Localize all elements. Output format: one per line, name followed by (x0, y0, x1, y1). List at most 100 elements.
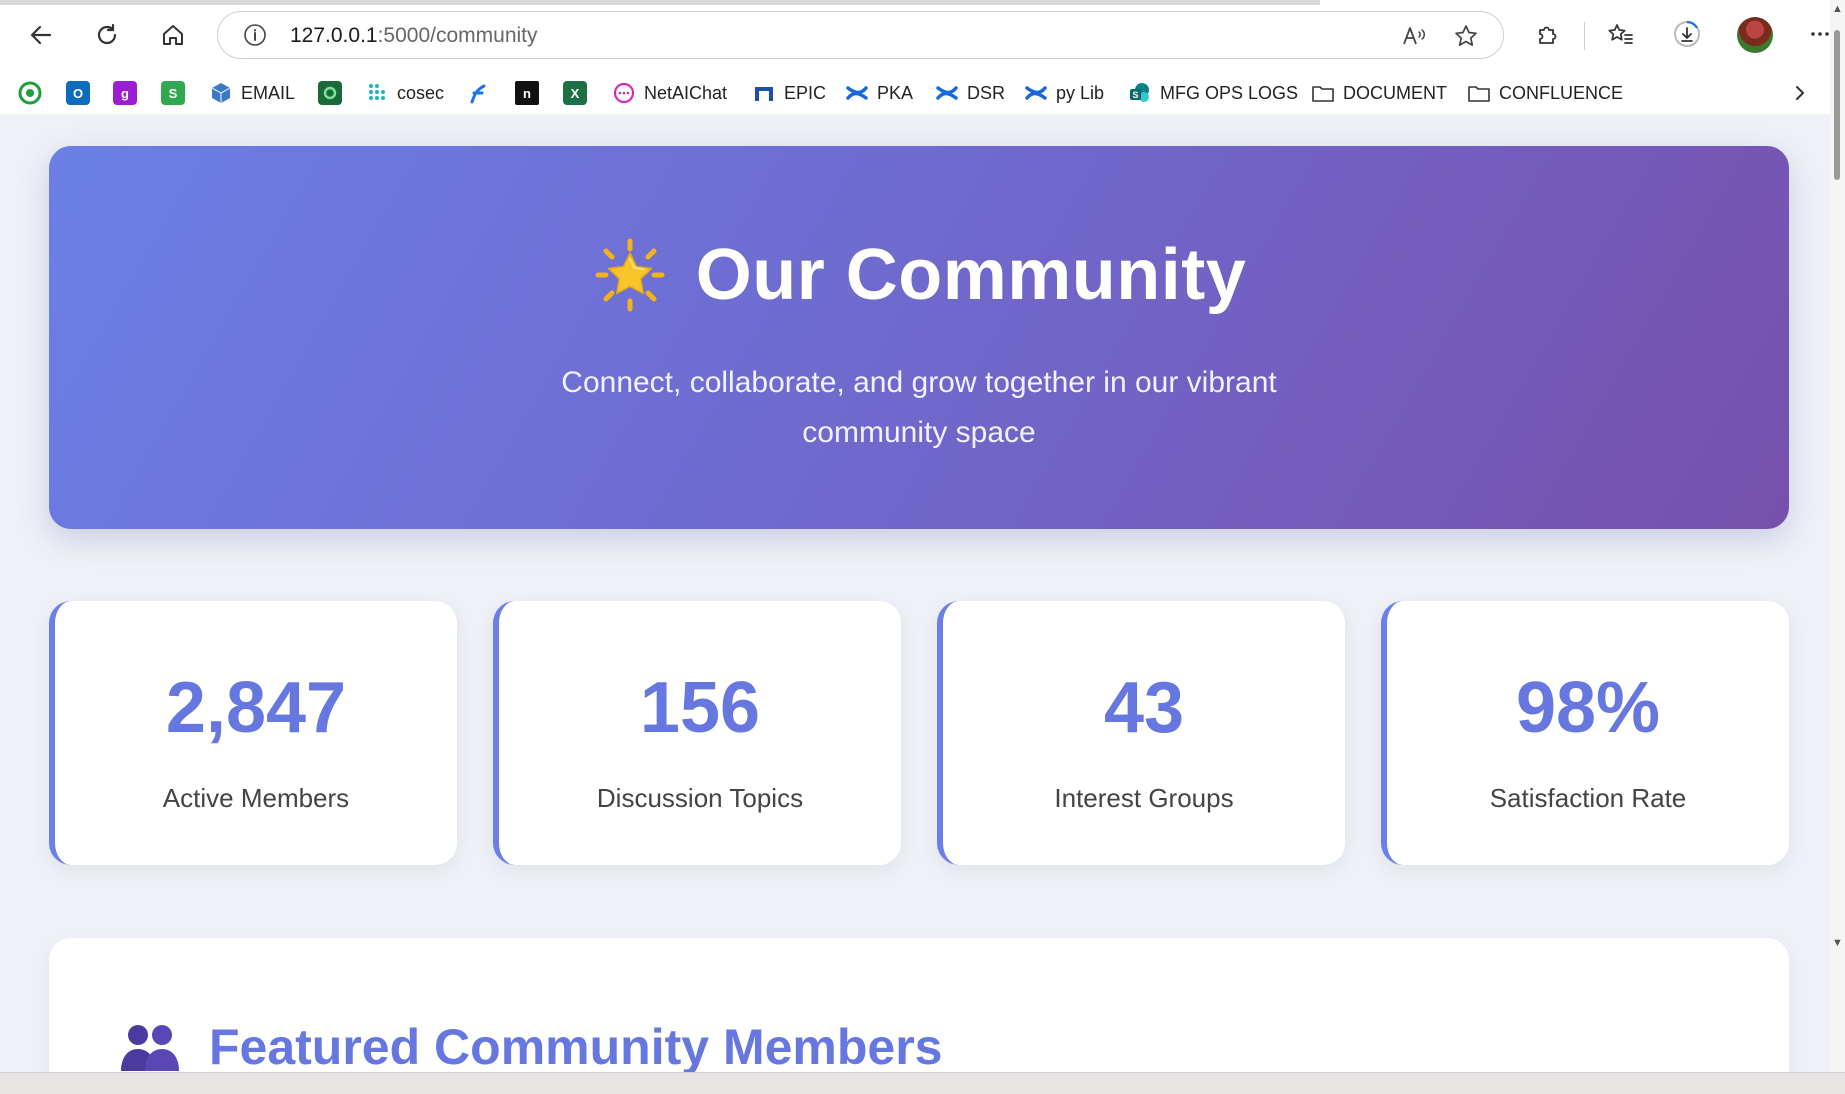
download-icon (1674, 20, 1700, 47)
scroll-down-arrow-icon[interactable]: ▼ (1832, 936, 1843, 950)
stat-value: 98% (1515, 668, 1661, 748)
back-button[interactable] (22, 16, 60, 54)
epic-icon (752, 81, 776, 105)
bookmark-netaichat[interactable]: NetAIChat (612, 78, 727, 108)
outlook-icon: O (66, 81, 90, 105)
more-dots-icon (1811, 32, 1829, 36)
read-aloud-icon (1403, 27, 1425, 45)
bookmark-confluence-folder[interactable]: CONFLUENCE (1467, 78, 1623, 108)
home-icon (163, 25, 183, 45)
f-icon (466, 81, 490, 105)
bookmark-dsr[interactable]: DSR (935, 78, 1005, 108)
address-bar[interactable]: 127.0.0.1:5000/community (217, 11, 1504, 59)
tab-strip-edge (0, 0, 1320, 5)
downloads-button[interactable] (1667, 14, 1707, 54)
bookmark-label: EMAIL (241, 82, 296, 103)
stat-label: Discussion Topics (596, 783, 804, 813)
bookmark-mfg-ops-logs[interactable]: S MFG OPS LOGS (1128, 78, 1298, 108)
n-icon: n (515, 81, 539, 105)
home-button[interactable] (154, 16, 192, 54)
bookmark-g[interactable]: g (113, 78, 137, 108)
bookmark-label: NetAIChat (644, 82, 728, 103)
sheets-icon: S (161, 81, 185, 105)
bookmarks-overflow-button[interactable] (1790, 78, 1810, 108)
bookmark-label: DSR (967, 82, 1006, 103)
chevron-right-icon (1796, 86, 1804, 100)
stat-label: Active Members (162, 783, 350, 813)
reload-button[interactable] (88, 16, 126, 54)
scrollbar-thumb[interactable] (1834, 30, 1840, 180)
community-hero: Our Community Connect, collaborate, and … (49, 146, 1789, 529)
star-outline-icon (1455, 25, 1477, 46)
featured-members-title: Featured Community Members (209, 1019, 943, 1072)
svg-text:S: S (1132, 90, 1138, 100)
bookmark-cosec[interactable]: cosec (365, 78, 444, 108)
bookmark-label: PKA (877, 82, 914, 103)
puzzle-icon (1539, 26, 1557, 44)
g-icon: g (113, 81, 137, 105)
favorite-star-button[interactable] (1452, 22, 1480, 50)
sharepoint-icon: S (1128, 81, 1152, 105)
taskbar-edge (0, 1072, 1845, 1094)
stat-value: 2,847 (165, 668, 347, 748)
bookmark-square-o[interactable] (318, 78, 342, 108)
bookmark-label: cosec (397, 82, 445, 103)
hero-title: Our Community (49, 234, 1789, 316)
square-o-icon (318, 81, 342, 105)
favorites-button[interactable] (1600, 14, 1640, 54)
reload-icon (97, 23, 117, 45)
bookmark-label: EPIC (784, 82, 827, 103)
featured-members-heading: Featured Community Members (119, 1018, 942, 1072)
bookmark-document-folder[interactable]: DOCUMENT (1311, 78, 1447, 108)
bookmark-py-lib[interactable]: py Lib (1024, 78, 1104, 108)
bookmark-label: DOCUMENT (1343, 82, 1447, 103)
hero-title-text: Our Community (695, 235, 1247, 315)
page-scrollbar[interactable]: ▲ ▼ (1830, 0, 1845, 1072)
page-content: Our Community Connect, collaborate, and … (0, 114, 1830, 1072)
stats-row: 2,847 Active Members 156 Discussion Topi… (49, 601, 1789, 867)
chat-icon (612, 81, 636, 105)
stat-card-interest-groups: 43 Interest Groups (937, 601, 1345, 865)
stat-card-satisfaction-rate: 98% Satisfaction Rate (1381, 601, 1789, 865)
bookmark-pka[interactable]: PKA (845, 78, 913, 108)
stat-value: 156 (639, 668, 761, 748)
stat-label: Interest Groups (1054, 783, 1234, 813)
confluence-icon (1024, 81, 1048, 105)
favorites-list-icon (1608, 24, 1633, 44)
bookmark-label: py Lib (1056, 82, 1105, 103)
extensions-button[interactable] (1528, 14, 1568, 54)
site-info-icon[interactable] (243, 23, 267, 47)
profile-avatar[interactable] (1737, 17, 1773, 53)
featured-members-section: Featured Community Members (49, 938, 1789, 1072)
url-host: 127.0.0.1 (290, 24, 378, 47)
bookmark-f[interactable] (466, 78, 490, 108)
people-icon (121, 1025, 179, 1071)
bookmark-sheets[interactable]: S (161, 78, 185, 108)
excel-icon: X (563, 81, 587, 105)
stat-label: Satisfaction Rate (1489, 783, 1687, 813)
stat-card-active-members: 2,847 Active Members (49, 601, 457, 865)
star-icon (595, 238, 665, 312)
green-circle-icon (18, 81, 42, 105)
hero-subtitle: Connect, collaborate, and grow together … (561, 366, 1277, 449)
bookmark-epic[interactable]: EPIC (752, 78, 826, 108)
bookmark-green-circle[interactable] (18, 78, 42, 108)
bookmark-n[interactable]: n (515, 78, 539, 108)
back-arrow-icon (30, 25, 52, 45)
cube-icon (209, 81, 233, 105)
bookmark-excel[interactable]: X (563, 78, 587, 108)
toolbar-divider (1584, 22, 1585, 50)
dots-icon (365, 81, 389, 105)
bookmark-label: CONFLUENCE (1499, 82, 1624, 103)
read-aloud-button[interactable] (1400, 22, 1428, 50)
bookmarks-bar: O g S EMAIL cosec n X NetAIChat EPIC PKA… (0, 72, 1845, 114)
bookmark-label: MFG OPS LOGS (1160, 82, 1299, 103)
scroll-up-arrow-icon[interactable]: ▲ (1832, 2, 1843, 16)
stat-value: 43 (1103, 668, 1185, 748)
confluence-icon (935, 81, 959, 105)
stat-card-discussion-topics: 156 Discussion Topics (493, 601, 901, 865)
url-path: :5000/community (377, 24, 538, 47)
bookmark-email[interactable]: EMAIL (209, 78, 295, 108)
bookmark-outlook[interactable]: O (66, 78, 90, 108)
url-text[interactable]: 127.0.0.1:5000/community (290, 24, 538, 48)
